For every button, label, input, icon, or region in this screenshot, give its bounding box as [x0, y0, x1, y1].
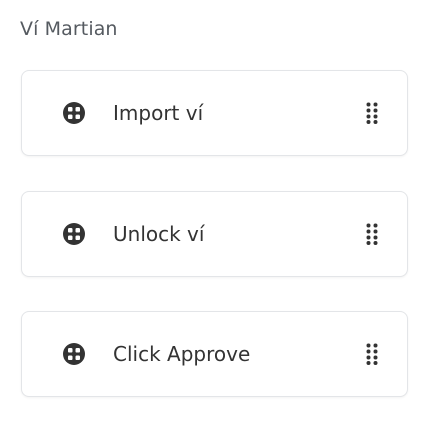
step-card-import-wallet[interactable]: Import ví	[21, 70, 408, 156]
step-label: Click Approve	[113, 342, 251, 366]
step-card-unlock-wallet[interactable]: Unlock ví	[21, 191, 408, 277]
globe-grid-icon	[62, 342, 86, 366]
step-label: Import ví	[113, 101, 204, 125]
drag-handle-icon[interactable]	[366, 343, 378, 365]
globe-grid-icon	[62, 222, 86, 246]
drag-handle-icon[interactable]	[366, 223, 378, 245]
step-label: Unlock ví	[113, 222, 205, 246]
step-card-click-approve[interactable]: Click Approve	[21, 311, 408, 397]
section-title: Ví Martian	[20, 18, 118, 40]
drag-handle-icon[interactable]	[366, 102, 378, 124]
globe-grid-icon	[62, 101, 86, 125]
